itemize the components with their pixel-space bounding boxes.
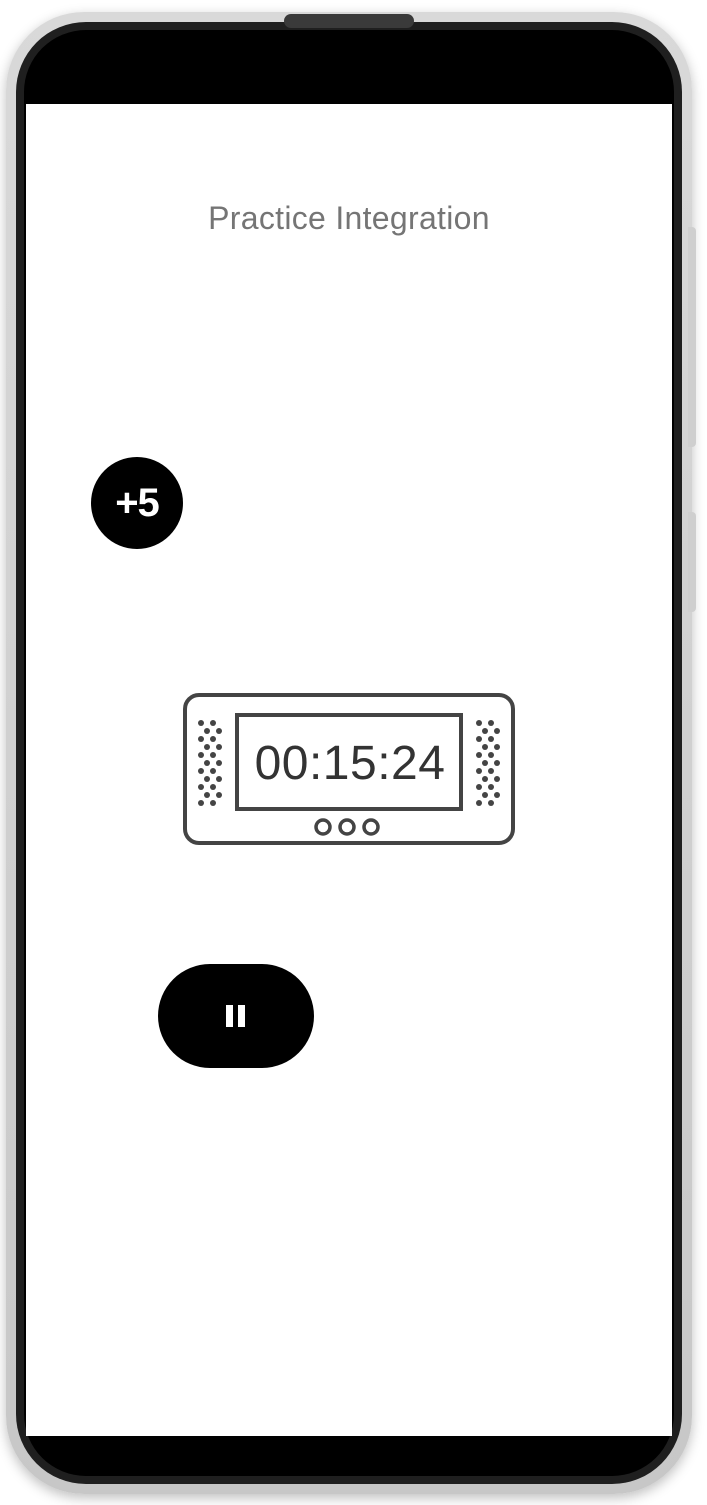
pause-icon	[226, 1005, 245, 1027]
timer-device: 00:15:24	[183, 693, 515, 845]
add-five-button[interactable]: +5	[91, 457, 183, 549]
timer-readout: 00:15:24	[254, 736, 446, 790]
app-screen: Practice Integration +5 00:15:24	[26, 104, 672, 1436]
page-title: Practice Integration	[208, 200, 490, 236]
phone-side-button-volume	[688, 227, 696, 447]
pause-button[interactable]	[158, 964, 314, 1068]
speaker-notch	[284, 14, 414, 28]
phone-side-button-power	[688, 512, 696, 612]
